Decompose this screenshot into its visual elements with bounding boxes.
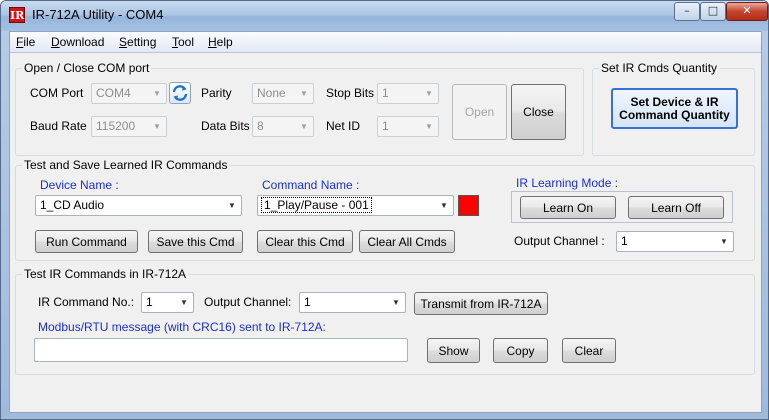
menu-bar: File Download Setting Tool Help bbox=[10, 32, 761, 53]
menu-download[interactable]: Download bbox=[51, 35, 104, 49]
learn-status-indicator bbox=[458, 195, 479, 216]
learning-mode-label: IR Learning Mode : bbox=[516, 176, 619, 190]
com-port-label: COM Port bbox=[30, 86, 84, 100]
set-quantity-line1: Set Device & IR bbox=[630, 94, 719, 109]
baud-rate-select[interactable]: 115200 ▼ bbox=[91, 116, 167, 137]
baud-rate-label: Baud Rate bbox=[30, 119, 87, 133]
output-channel-select[interactable]: 1 ▼ bbox=[616, 231, 734, 252]
set-quantity-button[interactable]: Set Device & IR Command Quantity bbox=[611, 88, 738, 129]
run-command-button[interactable]: Run Command bbox=[35, 230, 138, 253]
output-channel-label: Output Channel : bbox=[514, 234, 605, 248]
show-button[interactable]: Show bbox=[427, 338, 480, 363]
save-command-button[interactable]: Save this Cmd bbox=[148, 230, 243, 253]
modbus-message-label: Modbus/RTU message (with CRC16) sent to … bbox=[38, 320, 326, 334]
output-channel-value: 1 bbox=[621, 234, 628, 248]
com-port-group-title: Open / Close COM port bbox=[22, 61, 152, 75]
baud-rate-value: 115200 bbox=[96, 119, 136, 133]
cmd-quantity-group-title: Set IR Cmds Quantity bbox=[599, 61, 720, 75]
data-bits-select[interactable]: 8 ▼ bbox=[252, 116, 314, 137]
parity-label: Parity bbox=[201, 86, 232, 100]
chevron-down-icon: ▼ bbox=[425, 89, 433, 98]
chevron-down-icon: ▼ bbox=[440, 201, 448, 210]
app-icon: IR bbox=[9, 7, 25, 23]
learning-mode-box: Learn On Learn Off bbox=[511, 191, 733, 223]
copy-button[interactable]: Copy bbox=[493, 338, 548, 363]
client-area: File Download Setting Tool Help Open / C… bbox=[9, 31, 762, 413]
device-name-label: Device Name : bbox=[40, 178, 119, 192]
menu-setting[interactable]: Setting bbox=[119, 35, 156, 49]
test-output-channel-value: 1 bbox=[304, 295, 311, 309]
ir-command-no-select[interactable]: 1 ▼ bbox=[141, 292, 194, 313]
ir-command-no-label: IR Command No.: bbox=[38, 295, 135, 309]
test-output-channel-select[interactable]: 1 ▼ bbox=[299, 292, 406, 313]
modbus-message-field[interactable] bbox=[34, 338, 408, 362]
command-name-value: 1_Play/Pause - 001 bbox=[261, 197, 372, 213]
clear-command-button[interactable]: Clear this Cmd bbox=[257, 230, 353, 253]
parity-select[interactable]: None ▼ bbox=[252, 83, 314, 104]
learned-cmds-group: Test and Save Learned IR Commands Device… bbox=[15, 158, 755, 261]
com-port-value: COM4 bbox=[96, 86, 131, 100]
data-bits-label: Data Bits bbox=[201, 119, 250, 133]
chevron-down-icon: ▼ bbox=[300, 122, 308, 131]
device-name-select[interactable]: 1_CD Audio ▼ bbox=[35, 195, 242, 216]
app-window: IR IR-712A Utility - COM4 – □ ✕ File Dow… bbox=[0, 0, 769, 420]
clear-button[interactable]: Clear bbox=[562, 338, 616, 363]
set-quantity-line2: Command Quantity bbox=[619, 107, 730, 122]
data-bits-value: 8 bbox=[257, 119, 264, 133]
maximize-button[interactable]: □ bbox=[700, 2, 726, 21]
chevron-down-icon: ▼ bbox=[153, 122, 161, 131]
menu-file[interactable]: File bbox=[16, 35, 35, 49]
clear-all-commands-button[interactable]: Clear All Cmds bbox=[359, 230, 455, 253]
net-id-label: Net ID bbox=[326, 119, 361, 133]
device-name-value: 1_CD Audio bbox=[40, 198, 105, 212]
test-ir-group: Test IR Commands in IR-712A IR Command N… bbox=[15, 267, 755, 375]
command-name-select[interactable]: 1_Play/Pause - 001 ▼ bbox=[257, 195, 454, 216]
chevron-down-icon: ▼ bbox=[425, 122, 433, 131]
net-id-value: 1 bbox=[382, 119, 389, 133]
com-port-group: Open / Close COM port COM Port COM4 ▼ Ba… bbox=[15, 61, 584, 156]
learned-cmds-group-title: Test and Save Learned IR Commands bbox=[22, 158, 230, 172]
window-title: IR-712A Utility - COM4 bbox=[32, 7, 164, 22]
net-id-select[interactable]: 1 ▼ bbox=[377, 116, 439, 137]
test-output-channel-label: Output Channel: bbox=[204, 295, 292, 309]
ir-command-no-value: 1 bbox=[146, 295, 153, 309]
transmit-button[interactable]: Transmit from IR-712A bbox=[414, 292, 548, 315]
close-window-button[interactable]: ✕ bbox=[726, 2, 768, 21]
cmd-quantity-group: Set IR Cmds Quantity Set Device & IR Com… bbox=[592, 61, 755, 156]
chevron-down-icon: ▼ bbox=[180, 298, 188, 307]
parity-value: None bbox=[257, 86, 286, 100]
minimize-button[interactable]: – bbox=[674, 2, 700, 21]
chevron-down-icon: ▼ bbox=[392, 298, 400, 307]
refresh-icon bbox=[172, 85, 188, 101]
command-name-label: Command Name : bbox=[262, 178, 360, 192]
close-port-button[interactable]: Close bbox=[511, 84, 566, 140]
chevron-down-icon: ▼ bbox=[153, 89, 161, 98]
menu-tool[interactable]: Tool bbox=[172, 35, 194, 49]
stop-bits-label: Stop Bits bbox=[326, 86, 375, 100]
refresh-button[interactable] bbox=[169, 82, 191, 104]
open-port-button[interactable]: Open bbox=[452, 84, 507, 140]
learn-off-button[interactable]: Learn Off bbox=[628, 196, 724, 219]
chevron-down-icon: ▼ bbox=[720, 237, 728, 246]
title-bar[interactable]: IR IR-712A Utility - COM4 – □ ✕ bbox=[1, 1, 768, 31]
test-ir-group-title: Test IR Commands in IR-712A bbox=[22, 267, 189, 281]
stop-bits-select[interactable]: 1 ▼ bbox=[377, 83, 439, 104]
chevron-down-icon: ▼ bbox=[228, 201, 236, 210]
menu-help[interactable]: Help bbox=[208, 35, 233, 49]
learn-on-button[interactable]: Learn On bbox=[520, 196, 616, 219]
chevron-down-icon: ▼ bbox=[300, 89, 308, 98]
com-port-select[interactable]: COM4 ▼ bbox=[91, 83, 167, 104]
stop-bits-value: 1 bbox=[382, 86, 389, 100]
